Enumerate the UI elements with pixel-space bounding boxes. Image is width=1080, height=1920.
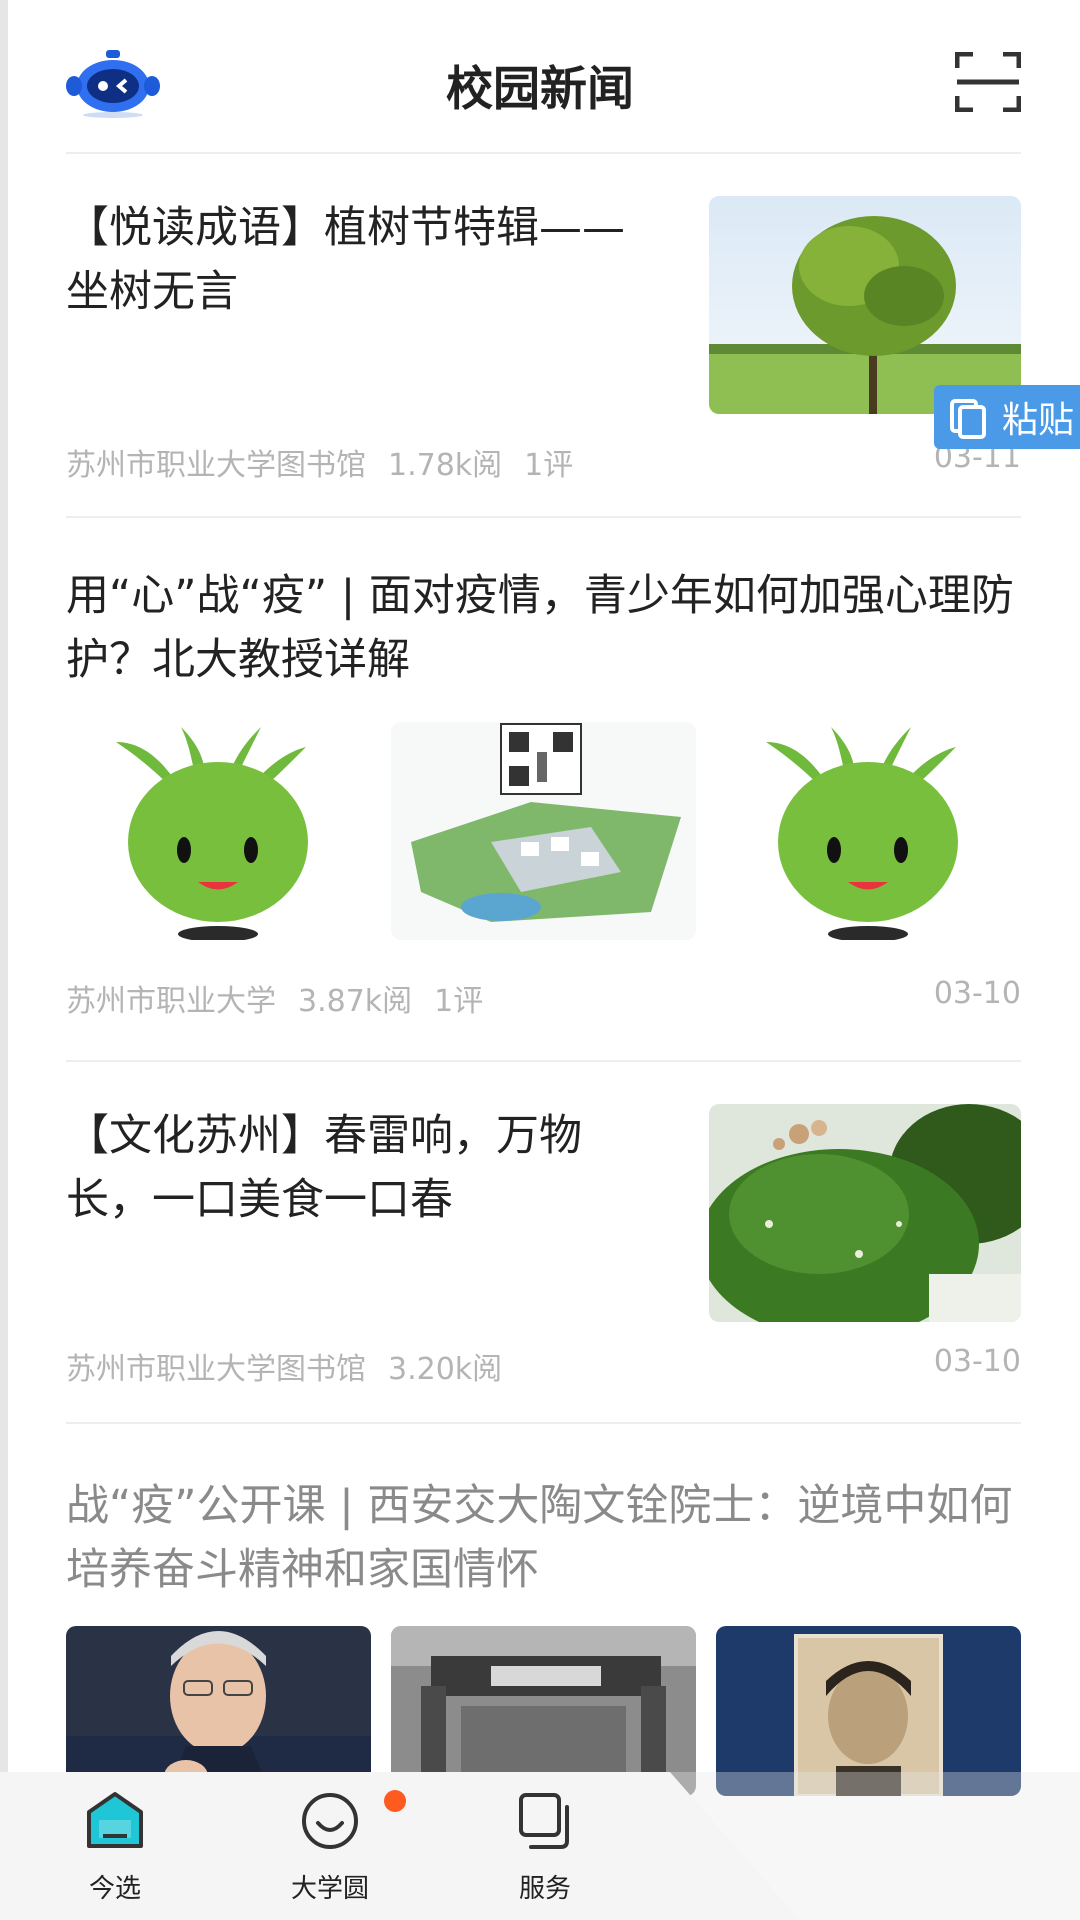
news-thumbnail[interactable] xyxy=(709,1104,1021,1322)
news-date: 03-10 xyxy=(933,1344,1021,1379)
news-views: 1.78k阅 xyxy=(388,448,503,483)
news-item[interactable]: 用“心”战“疫” | 面对疫情，青少年如何加强心理防护？北大教授详解 苏州市职业… xyxy=(66,564,1021,1019)
paste-tooltip[interactable]: 粘贴 xyxy=(934,385,1080,449)
news-comments: 1评 xyxy=(434,984,484,1019)
news-thumbnail[interactable] xyxy=(709,196,1021,414)
tab-jinxuan[interactable]: 今选 xyxy=(45,1786,185,1905)
news-item[interactable]: 战“疫”公开课 | 西安交大陶文铨院士：逆境中如何培养奋斗精神和家国情怀 xyxy=(66,1474,1021,1796)
news-thumbnail[interactable] xyxy=(716,722,1021,940)
tab-label: 服务 xyxy=(518,1874,571,1904)
list-divider xyxy=(66,1422,1021,1424)
tab-label: 今选 xyxy=(88,1874,141,1904)
tab-label: 大学圆 xyxy=(290,1874,369,1904)
news-views: 3.20k阅 xyxy=(388,1352,503,1387)
notification-badge xyxy=(384,1790,406,1812)
news-title[interactable]: 【文化苏州】春雷响，万物长，一口美食一口春 xyxy=(66,1104,626,1232)
news-item[interactable]: 【悦读成语】植树节特辑——坐树无言 苏州市职业大学图书馆 1.78k阅 1评 03-… xyxy=(66,196,1021,506)
news-source: 苏州市职业大学 xyxy=(66,984,276,1019)
news-meta: 苏州市职业大学图书馆 1.78k阅 1评 xyxy=(66,440,595,484)
cards-icon xyxy=(475,1786,615,1856)
home-icon xyxy=(45,1786,185,1856)
list-divider xyxy=(66,516,1021,518)
news-meta: 苏州市职业大学 3.87k阅 1评 xyxy=(66,976,505,1020)
news-thumbnail[interactable] xyxy=(391,1626,696,1796)
bottom-tab-bar: 今选 大学圆 服务 xyxy=(0,1772,1080,1920)
news-views: 3.87k阅 xyxy=(298,984,413,1019)
scan-icon[interactable] xyxy=(954,51,1022,113)
paste-label: 粘贴 xyxy=(1002,400,1075,441)
page-title: 校园新闻 xyxy=(446,62,634,117)
clipboard-icon xyxy=(950,399,986,439)
news-title[interactable]: 【悦读成语】植树节特辑——坐树无言 xyxy=(66,196,656,324)
news-thumbnail[interactable] xyxy=(716,1626,1021,1796)
news-thumbnail[interactable] xyxy=(66,722,371,940)
window-edge xyxy=(0,0,8,1920)
news-date: 03-10 xyxy=(933,976,1021,1011)
list-divider xyxy=(66,1060,1021,1062)
news-source: 苏州市职业大学图书馆 xyxy=(66,1352,366,1387)
app-header: 校园新闻 xyxy=(0,0,1080,152)
news-title[interactable]: 用“心”战“疫” | 面对疫情，青少年如何加强心理防护？北大教授详解 xyxy=(66,564,1021,692)
news-thumbnail[interactable] xyxy=(66,1626,371,1796)
tab-daxueyuan[interactable]: 大学圆 xyxy=(260,1786,400,1905)
news-source: 苏州市职业大学图书馆 xyxy=(66,448,366,483)
news-meta: 苏州市职业大学图书馆 3.20k阅 xyxy=(66,1344,524,1388)
news-comments: 1评 xyxy=(524,448,574,483)
news-thumbnail[interactable] xyxy=(391,722,696,940)
news-item[interactable]: 【文化苏州】春雷响，万物长，一口美食一口春 苏州市职业大学图书馆 3.20k阅 0… xyxy=(66,1104,1021,1387)
smile-icon xyxy=(260,1786,400,1856)
header-divider xyxy=(66,152,1021,154)
tab-fuwu[interactable]: 服务 xyxy=(475,1786,615,1905)
news-title[interactable]: 战“疫”公开课 | 西安交大陶文铨院士：逆境中如何培养奋斗精神和家国情怀 xyxy=(66,1474,1021,1602)
